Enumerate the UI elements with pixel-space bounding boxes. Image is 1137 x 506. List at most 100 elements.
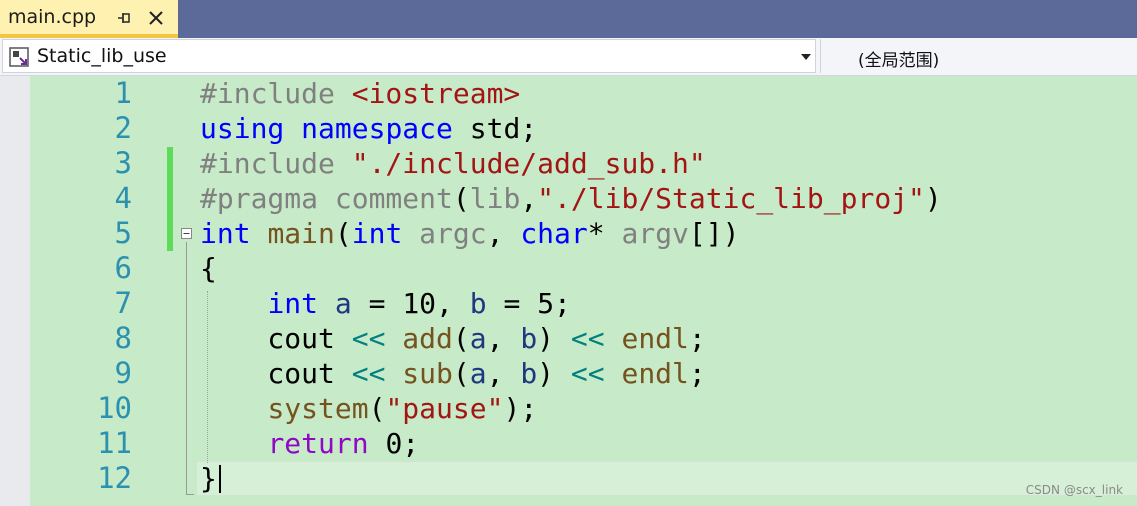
- code-token: ,: [486, 322, 521, 355]
- code-line[interactable]: }: [200, 461, 217, 496]
- code-token: 5: [537, 287, 555, 320]
- code-token: ,: [436, 287, 470, 320]
- code-line[interactable]: cout << sub(a, b) << endl;: [200, 356, 706, 391]
- code-token: main: [267, 217, 335, 250]
- code-token: (: [334, 217, 352, 250]
- collapse-icon[interactable]: [181, 228, 192, 239]
- document-tab-bar: main.cpp: [0, 0, 1137, 38]
- project-icon: [9, 47, 29, 67]
- code-token: );: [503, 392, 538, 425]
- code-editor[interactable]: 1 2 3 4 5 6 7 8 9 10 11 12 #include <iostream> using…: [0, 76, 1137, 506]
- code-token: int: [267, 287, 335, 320]
- tab-title: main.cpp: [8, 6, 97, 28]
- line-number: 1: [114, 76, 132, 110]
- code-token: cout: [200, 357, 352, 390]
- code-token: ,: [520, 182, 538, 215]
- code-token: int: [351, 217, 420, 250]
- close-icon[interactable]: [146, 8, 166, 28]
- code-line[interactable]: {: [200, 251, 217, 286]
- code-token: <iostream>: [351, 77, 521, 110]
- line-number: 4: [114, 181, 132, 215]
- code-token: std;: [469, 112, 538, 145]
- code-line[interactable]: using namespace std;: [200, 111, 537, 146]
- code-token: (: [368, 392, 386, 425]
- code-line[interactable]: cout << add(a, b) << endl;: [200, 321, 706, 356]
- project-dropdown[interactable]: Static_lib_use: [2, 39, 816, 73]
- code-token: comment: [334, 182, 453, 215]
- code-token: b: [520, 322, 538, 355]
- code-token: lib: [469, 182, 521, 215]
- code-token: 0;: [385, 427, 420, 460]
- code-token: "./lib/Static_lib_proj": [537, 182, 925, 215]
- code-token: endl: [621, 322, 689, 355]
- code-token: using: [200, 112, 302, 145]
- code-token: #include: [200, 77, 352, 110]
- code-line[interactable]: #pragma comment(lib,"./lib/Static_lib_pr…: [200, 181, 942, 216]
- fold-guide-end: [186, 494, 194, 495]
- code-token: ,: [486, 217, 521, 250]
- code-line[interactable]: #include <iostream>: [200, 76, 520, 111]
- code-token: (: [452, 357, 470, 390]
- code-token: ): [537, 322, 571, 355]
- change-marker: [167, 147, 173, 251]
- code-line[interactable]: int a = 10, b = 5;: [200, 286, 571, 321]
- code-token: ;: [688, 322, 706, 355]
- tab-main-cpp[interactable]: main.cpp: [0, 0, 178, 38]
- line-number: 6: [114, 251, 132, 285]
- line-number: 7: [114, 286, 132, 320]
- code-token: endl: [621, 357, 689, 390]
- code-token: argc: [419, 217, 487, 250]
- code-token: ;: [688, 357, 706, 390]
- editor-margin: [0, 76, 30, 506]
- code-token: sub: [402, 357, 453, 390]
- code-token: b: [520, 357, 538, 390]
- scope-dropdown[interactable]: (全局范围): [820, 39, 1137, 73]
- code-token: ): [537, 357, 571, 390]
- line-number: 3: [114, 146, 132, 180]
- line-number: 12: [97, 461, 132, 495]
- project-label: Static_lib_use: [37, 45, 167, 67]
- code-token: }: [200, 462, 217, 495]
- code-token: int: [200, 217, 268, 250]
- code-token: <<: [570, 357, 622, 390]
- code-token: add: [402, 322, 453, 355]
- code-token: argv: [621, 217, 689, 250]
- code-token: =: [351, 287, 403, 320]
- code-line[interactable]: return 0;: [200, 426, 419, 461]
- code-token: a: [469, 322, 487, 355]
- code-token: a: [334, 287, 352, 320]
- code-token: "./include/add_sub.h": [351, 147, 706, 180]
- line-number: 10: [97, 391, 132, 425]
- code-token: *: [587, 217, 622, 250]
- line-number: 2: [114, 111, 132, 145]
- code-token: <<: [351, 322, 403, 355]
- code-token: #include: [200, 147, 352, 180]
- code-token: {: [200, 252, 217, 285]
- code-token: char: [520, 217, 588, 250]
- pin-icon[interactable]: [115, 9, 133, 27]
- line-number: 9: [114, 356, 132, 390]
- code-token: =: [486, 287, 538, 320]
- fold-guide: [186, 242, 187, 494]
- code-token: 10: [402, 287, 437, 320]
- code-token: ;: [554, 287, 571, 320]
- code-token: <<: [570, 322, 622, 355]
- code-token: (: [452, 322, 470, 355]
- code-token: ,: [486, 357, 521, 390]
- code-token: ): [924, 182, 942, 215]
- watermark: CSDN @scx_link: [1025, 483, 1123, 497]
- code-line[interactable]: system("pause");: [200, 391, 537, 426]
- code-token: namespace: [301, 112, 470, 145]
- line-number: 8: [114, 321, 132, 355]
- line-number: 5: [114, 216, 132, 250]
- code-token: return: [267, 427, 386, 460]
- code-token: []): [688, 217, 740, 250]
- chevron-down-icon[interactable]: [800, 53, 812, 61]
- code-line[interactable]: int main(int argc, char* argv[]): [200, 216, 740, 251]
- scope-label: (全局范围): [858, 51, 940, 71]
- code-line[interactable]: #include "./include/add_sub.h": [200, 146, 706, 181]
- code-token: a: [469, 357, 487, 390]
